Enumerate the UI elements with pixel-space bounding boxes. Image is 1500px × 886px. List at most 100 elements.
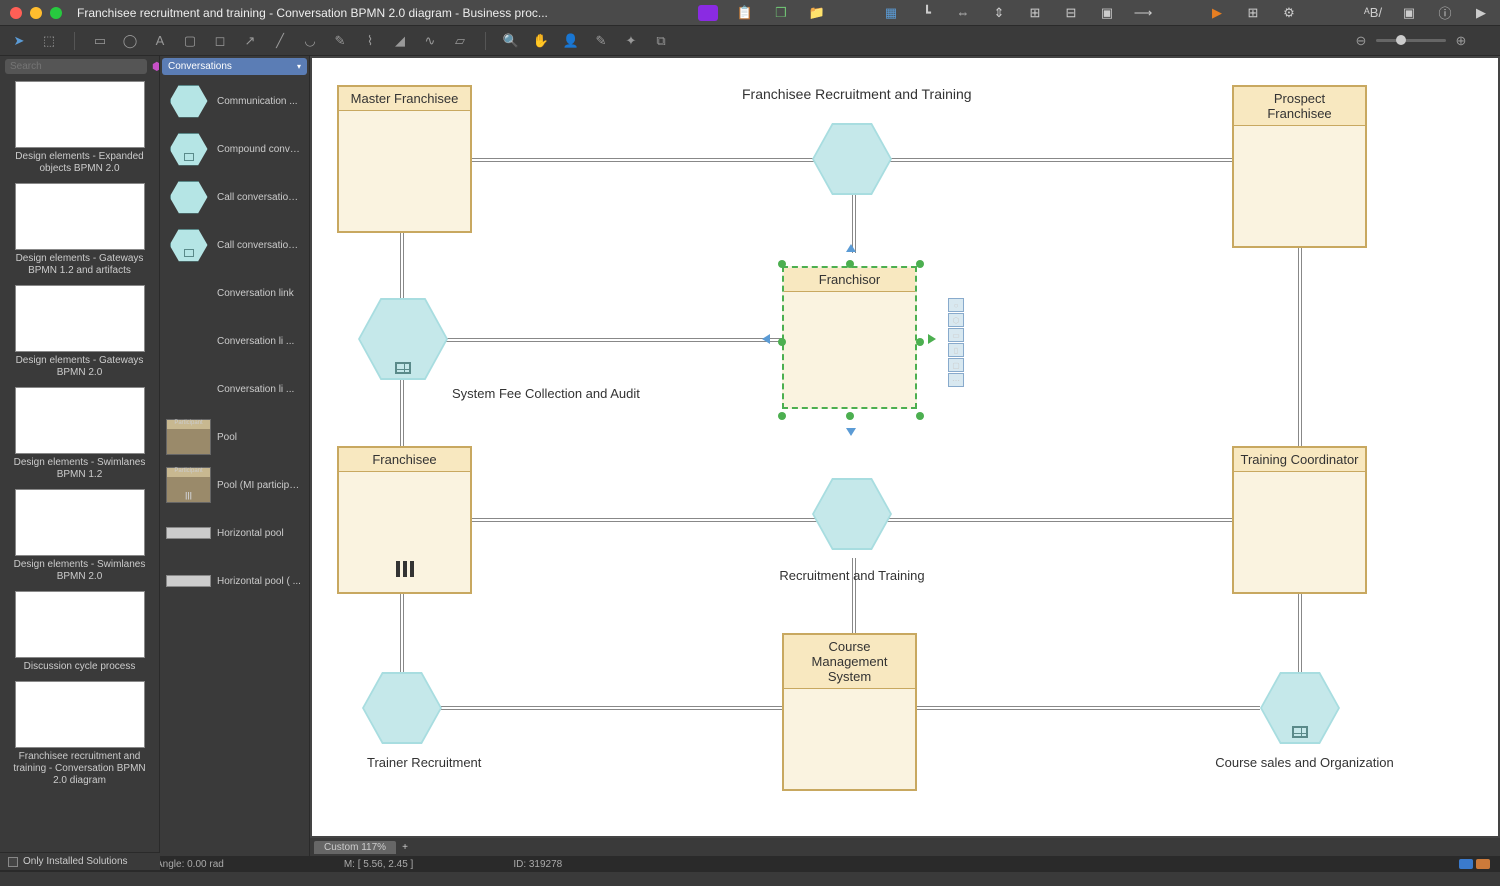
text-tool[interactable]: A	[151, 32, 169, 50]
zoom-slider[interactable]: ⊖ ⊕	[1352, 32, 1470, 50]
shape-conversation-link-2[interactable]: Conversation li ...	[160, 317, 309, 365]
distribute-v-icon[interactable]: ⇕	[990, 4, 1008, 22]
clipboard-icon[interactable]: 📋	[736, 4, 754, 22]
play-icon[interactable]: ▶	[1472, 4, 1490, 22]
table-icon[interactable]: ⊞	[1244, 4, 1262, 22]
shape-compound-conversation[interactable]: Compound conve ...	[160, 125, 309, 173]
resize-handle[interactable]	[778, 412, 786, 420]
shape-call-conversation[interactable]: Call conversation ...	[160, 173, 309, 221]
shape-conversation-link-3[interactable]: Conversation li ...	[160, 365, 309, 413]
diagram-canvas[interactable]: Franchisee Recruitment and Training Mast…	[312, 58, 1498, 836]
minimize-window-button[interactable]	[30, 7, 42, 19]
card-tool[interactable]: ▢	[181, 32, 199, 50]
action-more-icon[interactable]: ⋯	[948, 373, 964, 387]
export-icon[interactable]: ▣	[1400, 4, 1418, 22]
resize-handle[interactable]	[778, 260, 786, 268]
template-thumbnail[interactable]: Design elements - Gateways BPMN 2.0	[0, 281, 159, 383]
pointer-tool[interactable]: ➤	[10, 32, 28, 50]
shape-communication[interactable]: Communication ...	[160, 77, 309, 125]
action-hex-icon[interactable]: ⬡	[948, 313, 964, 327]
resize-handle[interactable]	[916, 260, 924, 268]
settings-icon[interactable]: ⚙	[1280, 4, 1298, 22]
template-thumbnail[interactable]: Design elements - Gateways BPMN 1.2 and …	[0, 179, 159, 281]
solutions-icon[interactable]	[698, 5, 718, 21]
curve-tool[interactable]: ∿	[421, 32, 439, 50]
library-dropdown[interactable]: Conversations	[162, 58, 307, 75]
shape-pool[interactable]: ParticipantPool	[160, 413, 309, 461]
participant-prospect-franchisee[interactable]: Prospect Franchisee	[1232, 85, 1367, 248]
template-thumbnail[interactable]: Design elements - Swimlanes BPMN 2.0	[0, 485, 159, 587]
shape-horizontal-pool-2[interactable]: Horizontal pool ( ...	[160, 557, 309, 605]
shape-tool[interactable]: ▱	[451, 32, 469, 50]
callout-tool[interactable]: ◻	[211, 32, 229, 50]
eyedropper-tool[interactable]: ✎	[592, 32, 610, 50]
eraser-tool[interactable]: ◢	[391, 32, 409, 50]
line-tool[interactable]: ╱	[271, 32, 289, 50]
zoom-tool[interactable]: 🔍	[502, 32, 520, 50]
connect-handle-right[interactable]	[928, 334, 936, 344]
pen-tool[interactable]: ✎	[331, 32, 349, 50]
zoom-in-icon[interactable]: ⊕	[1452, 32, 1470, 50]
format-icon[interactable]: ᴬB/	[1364, 4, 1382, 22]
zoom-tab[interactable]: Custom 117%	[314, 841, 396, 854]
conversation-top[interactable]	[812, 123, 892, 195]
conversation-course-sales[interactable]	[1260, 672, 1340, 744]
search-input[interactable]	[5, 59, 147, 74]
status-pill-orange[interactable]	[1476, 859, 1490, 869]
arrow-tool[interactable]: ↗	[241, 32, 259, 50]
connect-handle-up[interactable]	[846, 244, 856, 252]
distribute-h-icon[interactable]: ⇔	[954, 4, 972, 22]
template-thumbnail[interactable]: Franchisee recruitment and training - Co…	[0, 677, 159, 791]
connect-handle-left[interactable]	[762, 334, 770, 344]
select-tool[interactable]: ⬚	[40, 32, 58, 50]
align-icon[interactable]: ┗	[918, 4, 936, 22]
zoom-out-icon[interactable]: ⊖	[1352, 32, 1370, 50]
info-icon[interactable]: ⓘ	[1436, 4, 1454, 22]
shape-call-conversation-2[interactable]: Call conversation ...	[160, 221, 309, 269]
align3-icon[interactable]: ⊟	[1062, 4, 1080, 22]
arc-tool[interactable]: ◡	[301, 32, 319, 50]
align2-icon[interactable]: ⊞	[1026, 4, 1044, 22]
action-db-icon[interactable]: ▯	[948, 343, 964, 357]
shape-pool-mi[interactable]: Participant|||Pool (MI participant)	[160, 461, 309, 509]
resize-handle[interactable]	[846, 412, 854, 420]
hand-tool[interactable]: ✋	[532, 32, 550, 50]
resize-handle[interactable]	[916, 338, 924, 346]
stamp-tool[interactable]: 👤	[562, 32, 580, 50]
participant-franchisee[interactable]: Franchisee	[337, 446, 472, 594]
grid-icon[interactable]: ▦	[882, 4, 900, 22]
action-rect-icon[interactable]: ▭	[948, 328, 964, 342]
participant-training-coordinator[interactable]: Training Coordinator	[1232, 446, 1367, 594]
brush-tool[interactable]: ⌇	[361, 32, 379, 50]
layers-icon[interactable]: ❒	[772, 4, 790, 22]
resize-handle[interactable]	[916, 412, 924, 420]
rect-tool[interactable]: ▭	[91, 32, 109, 50]
close-window-button[interactable]	[10, 7, 22, 19]
shape-conversation-link[interactable]: Conversation link	[160, 269, 309, 317]
template-thumbnail[interactable]: Design elements - Swimlanes BPMN 1.2	[0, 383, 159, 485]
template-thumbnail[interactable]: Design elements - Expanded objects BPMN …	[0, 77, 159, 179]
resize-handle[interactable]	[846, 260, 854, 268]
status-pill-blue[interactable]	[1459, 859, 1473, 869]
group-icon[interactable]: ▣	[1098, 4, 1116, 22]
conversation-fee[interactable]	[358, 298, 448, 380]
participant-franchisor[interactable]: Franchisor	[782, 266, 917, 409]
folder-icon[interactable]: 📁	[808, 4, 826, 22]
connector[interactable]	[1298, 233, 1302, 458]
connector[interactable]	[437, 338, 782, 342]
action-doc-icon[interactable]: ▢	[948, 358, 964, 372]
conversation-trainer-recruit[interactable]	[362, 672, 442, 744]
add-tab-icon[interactable]: +	[402, 842, 408, 853]
home-nav-icon[interactable]: ⬢	[150, 60, 160, 73]
magic-tool[interactable]: ✦	[622, 32, 640, 50]
participant-master-franchisee[interactable]: Master Franchisee	[337, 85, 472, 233]
maximize-window-button[interactable]	[50, 7, 62, 19]
crop-tool[interactable]: ⧉	[652, 32, 670, 50]
resize-handle[interactable]	[778, 338, 786, 346]
connect-handle-down[interactable]	[846, 428, 856, 436]
ellipse-tool[interactable]: ◯	[121, 32, 139, 50]
shape-horizontal-pool[interactable]: Horizontal pool	[160, 509, 309, 557]
only-installed-checkbox[interactable]	[8, 857, 18, 867]
link-icon[interactable]: ⟶	[1134, 4, 1152, 22]
participant-course-mgmt[interactable]: Course ManagementSystem	[782, 633, 917, 791]
